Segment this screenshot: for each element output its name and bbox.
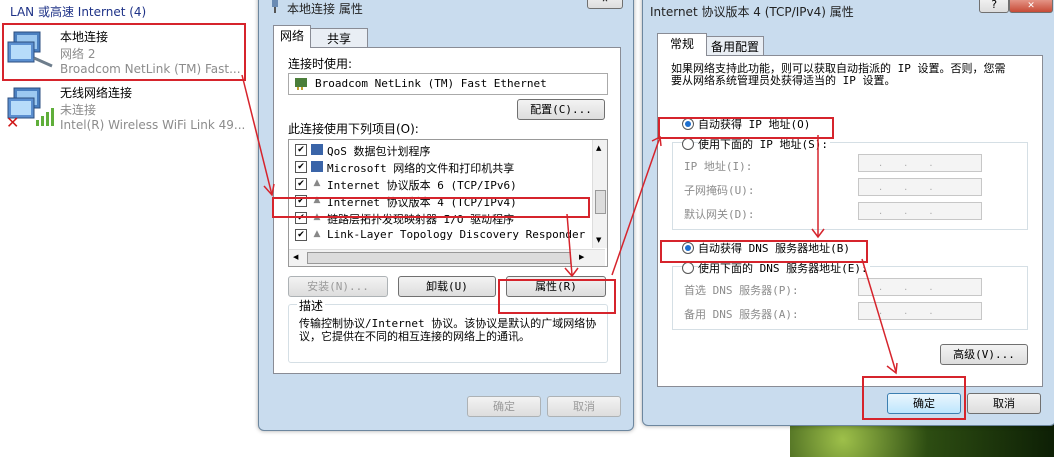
annotation-arrows bbox=[241, 74, 898, 375]
arrow-1 bbox=[241, 74, 273, 196]
tab-general[interactable]: 常规 bbox=[657, 33, 707, 56]
arrow-5 bbox=[861, 258, 897, 373]
tab-network[interactable]: 网络 bbox=[273, 25, 311, 48]
arrow-3 bbox=[611, 136, 661, 276]
arrow-2 bbox=[566, 213, 573, 276]
